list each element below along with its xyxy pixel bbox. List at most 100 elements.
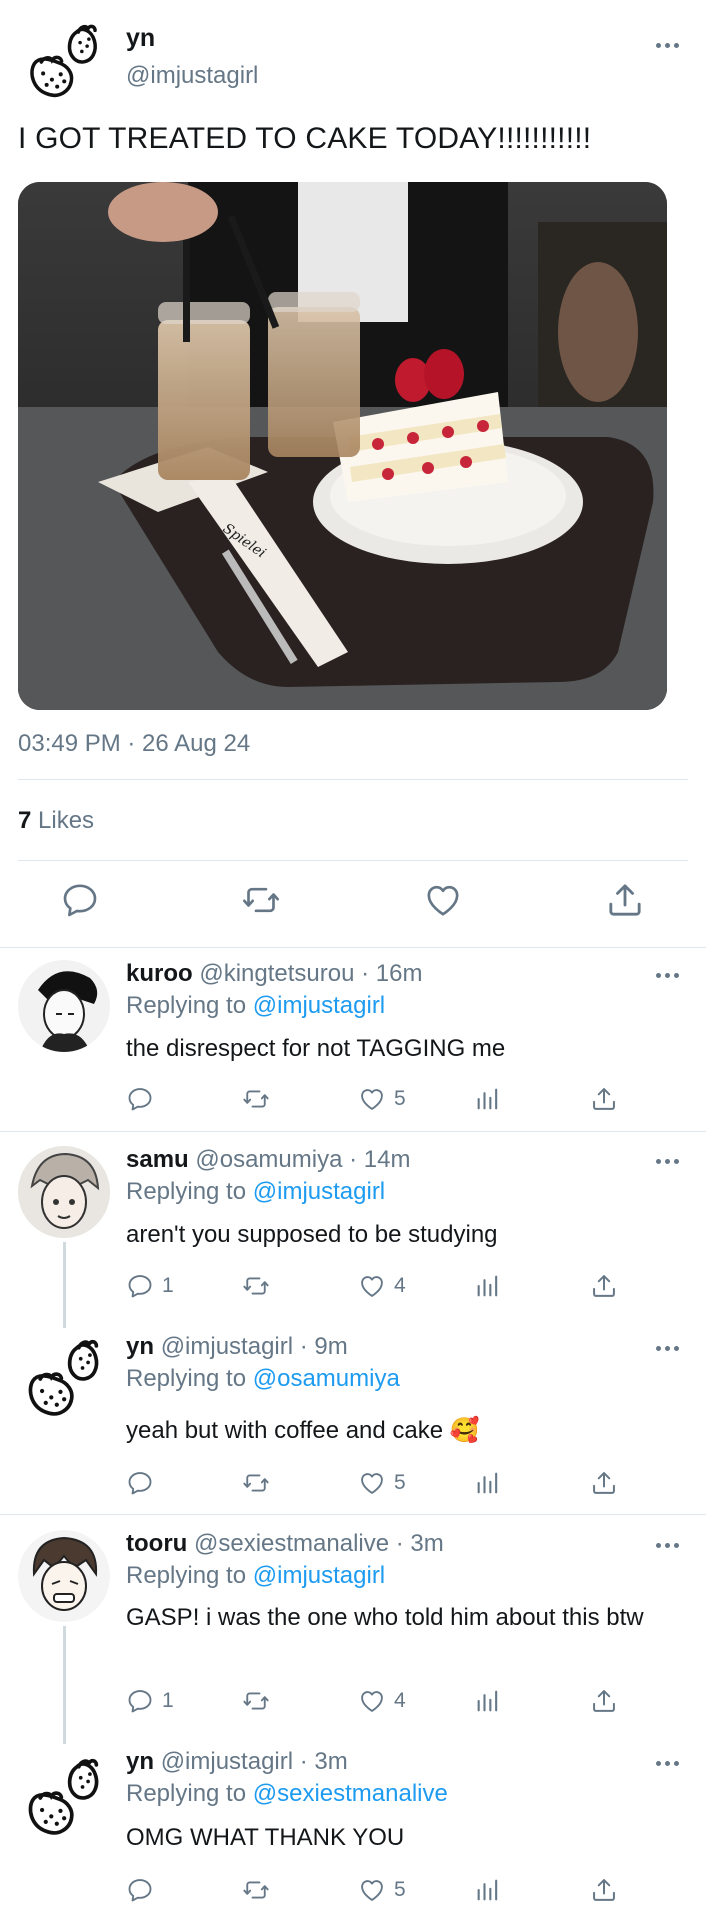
divider: [0, 1131, 706, 1132]
author-handle[interactable]: @imjustagirl: [161, 1333, 293, 1360]
like-button[interactable]: 5: [358, 1467, 406, 1499]
reply-tweet[interactable]: tooru @sexiestmanalive · 3m Replying to …: [0, 1530, 706, 1720]
tweet-photo[interactable]: Spielei: [18, 182, 667, 710]
author-name[interactable]: yn: [126, 24, 155, 53]
avatar[interactable]: [18, 960, 110, 1052]
author-name[interactable]: yn: [126, 1333, 154, 1360]
reply-button[interactable]: 1: [126, 1685, 174, 1717]
reply-button[interactable]: [126, 1083, 162, 1115]
replying-to-prefix: Replying to: [126, 1562, 247, 1589]
reply-button[interactable]: [126, 1467, 162, 1499]
replying-to: Replying to @imjustagirl: [126, 1562, 385, 1590]
replying-to-handle[interactable]: @imjustagirl: [253, 1562, 385, 1589]
avatar[interactable]: [18, 1146, 110, 1238]
like-button[interactable]: 4: [358, 1685, 406, 1717]
share-icon: [590, 1469, 618, 1497]
author-handle[interactable]: @imjustagirl: [161, 1748, 293, 1775]
thread-line: [63, 1626, 66, 1744]
reply-actions: 5: [126, 1083, 626, 1115]
author-handle[interactable]: @kingtetsurou: [199, 960, 354, 987]
author-handle[interactable]: @imjustagirl: [126, 62, 258, 90]
retweet-icon[interactable]: [241, 880, 281, 920]
author-name[interactable]: yn: [126, 1748, 154, 1775]
retweet-button[interactable]: [242, 1083, 270, 1115]
reply-actions: 1 4: [126, 1685, 626, 1717]
author-name[interactable]: samu: [126, 1146, 189, 1173]
reply-age[interactable]: · 3m: [396, 1530, 444, 1557]
retweet-icon: [242, 1469, 270, 1497]
more-icon[interactable]: [654, 40, 680, 50]
more-icon[interactable]: [654, 1156, 680, 1166]
heart-icon: [358, 1469, 386, 1497]
avatar[interactable]: [18, 1333, 114, 1425]
reply-text: yeah but with coffee and cake 🥰: [126, 1417, 480, 1444]
reply-age[interactable]: · 9m: [300, 1333, 348, 1360]
share-button[interactable]: [590, 1467, 618, 1499]
author-handle[interactable]: @osamumiya: [195, 1146, 342, 1173]
retweet-icon: [242, 1687, 270, 1715]
author-handle[interactable]: @sexiestmanalive: [194, 1530, 389, 1557]
author-name[interactable]: kuroo: [126, 960, 193, 987]
share-button[interactable]: [590, 1685, 618, 1717]
tweet-text: I GOT TREATED TO CAKE TODAY!!!!!!!!!!!: [18, 122, 592, 155]
strawberry-icon: [18, 1752, 114, 1844]
like-count: 4: [394, 1274, 406, 1297]
replying-to-handle[interactable]: @osamumiya: [253, 1365, 400, 1392]
strawberry-icon: [18, 1333, 114, 1425]
reply-header: yn @imjustagirl · 3m: [126, 1748, 348, 1776]
avatar[interactable]: [18, 1752, 114, 1844]
divider: [0, 1514, 706, 1515]
like-count: 5: [394, 1878, 406, 1901]
avatar-image: [18, 1146, 110, 1238]
replying-to: Replying to @osamumiya: [126, 1365, 400, 1393]
share-icon: [590, 1876, 618, 1904]
reply-count: 1: [162, 1689, 174, 1712]
more-icon[interactable]: [654, 1758, 680, 1768]
replying-to: Replying to @imjustagirl: [126, 1178, 385, 1206]
like-button[interactable]: 5: [358, 1083, 406, 1115]
author-name[interactable]: tooru: [126, 1530, 187, 1557]
reply-icon[interactable]: [60, 880, 100, 920]
reply-tweet[interactable]: yn @imjustagirl · 9m Replying to @osamum…: [0, 1333, 706, 1511]
avatar[interactable]: [18, 1530, 110, 1622]
more-icon[interactable]: [654, 1540, 680, 1550]
views-button[interactable]: [474, 1270, 502, 1302]
retweet-button[interactable]: [242, 1270, 270, 1302]
reply-age[interactable]: · 14m: [349, 1146, 410, 1173]
tweet-timestamp[interactable]: 03:49 PM · 26 Aug 24: [18, 730, 250, 758]
reply-tweet[interactable]: samu @osamumiya · 14m Replying to @imjus…: [0, 1146, 706, 1318]
divider: [18, 860, 688, 861]
views-icon: [474, 1876, 502, 1904]
like-button[interactable]: 5: [358, 1874, 406, 1906]
reply-tweet[interactable]: kuroo @kingtetsurou · 16m Replying to @i…: [0, 960, 706, 1128]
views-button[interactable]: [474, 1685, 502, 1717]
retweet-button[interactable]: [242, 1685, 270, 1717]
more-icon[interactable]: [654, 970, 680, 980]
like-button[interactable]: 4: [358, 1270, 406, 1302]
retweet-button[interactable]: [242, 1467, 270, 1499]
share-button[interactable]: [590, 1874, 618, 1906]
replying-to-handle[interactable]: @sexiestmanalive: [253, 1780, 448, 1807]
share-button[interactable]: [590, 1270, 618, 1302]
replying-to-handle[interactable]: @imjustagirl: [253, 1178, 385, 1205]
share-icon[interactable]: [605, 880, 645, 920]
cake-photo: Spielei: [18, 182, 667, 710]
views-button[interactable]: [474, 1083, 502, 1115]
tweet-actions: [0, 880, 706, 924]
more-icon[interactable]: [654, 1343, 680, 1353]
avatar-image: [18, 1530, 110, 1622]
reply-age[interactable]: · 16m: [361, 960, 422, 987]
retweet-button[interactable]: [242, 1874, 270, 1906]
reply-age[interactable]: · 3m: [300, 1748, 348, 1775]
reply-button[interactable]: [126, 1874, 162, 1906]
replying-to-prefix: Replying to: [126, 992, 247, 1019]
views-button[interactable]: [474, 1874, 502, 1906]
heart-icon[interactable]: [423, 880, 463, 920]
share-button[interactable]: [590, 1083, 618, 1115]
avatar[interactable]: [18, 18, 114, 106]
reply-tweet[interactable]: yn @imjustagirl · 3m Replying to @sexies…: [0, 1748, 706, 1918]
reply-button[interactable]: 1: [126, 1270, 174, 1302]
replying-to-handle[interactable]: @imjustagirl: [253, 992, 385, 1019]
likes-count-row[interactable]: 7 Likes: [18, 807, 94, 835]
views-button[interactable]: [474, 1467, 502, 1499]
